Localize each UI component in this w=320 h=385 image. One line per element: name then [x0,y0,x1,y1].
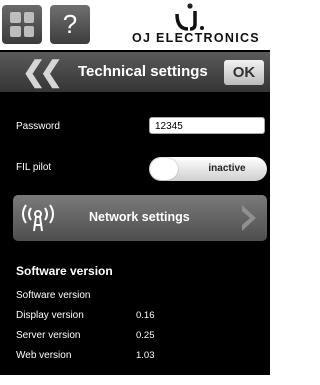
wireless-antenna-icon [22,204,54,232]
chevron-right-icon [242,205,256,231]
fil-pilot-label: FIL pilot [16,162,52,173]
grid-icon [10,12,21,23]
oj-logo-icon [175,3,204,31]
web-version-label: Web version [16,350,72,361]
fil-pilot-toggle[interactable]: inactive [149,157,267,181]
password-label: Password [16,121,60,132]
brand-logo-text: OJ ELECTRONICS [132,31,260,45]
back-button[interactable]: ❮❮ [22,56,63,87]
network-settings-label: Network settings [89,210,190,224]
double-chevron-left-icon: ❮❮ [22,56,63,87]
ok-button[interactable]: OK [224,60,264,85]
fil-pilot-state: inactive [208,163,246,174]
grid-menu-button[interactable] [2,5,42,44]
web-version-value: 1.03 [136,350,155,361]
display-version-value: 0.16 [136,310,155,321]
server-version-label: Server version [16,330,81,341]
software-version-label: Software version [16,290,91,301]
server-version-value: 0.25 [136,330,155,341]
display-version-label: Display version [16,310,84,321]
toggle-knob [150,158,178,180]
title-bar: ❮❮ Technical settings OK [0,52,270,92]
header: ? OJ ELECTRONICS [0,0,270,50]
software-version-heading: Software version [16,264,113,278]
help-button[interactable]: ? [50,5,90,44]
network-settings-button[interactable]: Network settings [13,195,267,241]
device-screen: ? OJ ELECTRONICS ❮❮ Technical settings O… [0,0,270,375]
page-title: Technical settings [78,63,208,80]
password-field[interactable]: 12345 [149,117,265,134]
